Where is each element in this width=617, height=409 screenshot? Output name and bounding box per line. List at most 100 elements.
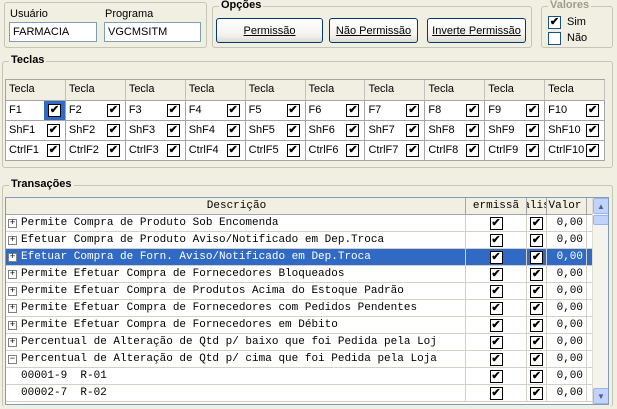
- transacao-valor[interactable]: 0,00: [547, 249, 587, 265]
- col-analise[interactable]: alis: [527, 198, 547, 214]
- transacao-valor[interactable]: 0,00: [547, 300, 587, 316]
- scroll-thumb[interactable]: [593, 215, 608, 225]
- transacao-row[interactable]: + Permite Efetuar Compra de Fornecedores …: [6, 317, 608, 334]
- transacao-valor[interactable]: 0,00: [547, 266, 587, 282]
- permissao-checkbox[interactable]: ✔: [489, 352, 503, 366]
- expand-icon[interactable]: +: [8, 269, 17, 279]
- tecla-checkbox[interactable]: ✔: [226, 124, 240, 137]
- transacao-valor[interactable]: 0,00: [547, 317, 587, 333]
- tecla-checkbox[interactable]: ✔: [106, 144, 120, 157]
- transacao-row[interactable]: 00002-7 R-02 ✔ ✔ 0,00: [6, 385, 608, 402]
- tecla-checkbox[interactable]: ✔: [106, 124, 120, 137]
- permissao-checkbox[interactable]: ✔: [489, 318, 503, 332]
- tecla-checkbox[interactable]: ✔: [166, 104, 180, 117]
- tecla-checkbox[interactable]: ✔: [526, 104, 540, 117]
- analise-checkbox[interactable]: ✔: [530, 318, 543, 332]
- expand-icon[interactable]: +: [8, 235, 17, 245]
- tecla-checkbox[interactable]: ✔: [406, 124, 420, 137]
- user-field[interactable]: FARMACIA: [9, 22, 97, 42]
- transacao-row[interactable]: + Permite Efetuar Compra de Produtos Acim…: [6, 283, 608, 300]
- tecla-checkbox[interactable]: ✔: [586, 124, 600, 137]
- tecla-checkbox[interactable]: ✔: [466, 124, 480, 137]
- permissao-checkbox[interactable]: ✔: [489, 386, 503, 400]
- tecla-checkbox[interactable]: ✔: [406, 144, 420, 157]
- transacao-row[interactable]: + Permite Efetuar Compra de Fornecedores …: [6, 266, 608, 283]
- permissao-button[interactable]: Permissão: [216, 18, 323, 43]
- transacao-row[interactable]: + Permite Efetuar Compra de Fornecedores …: [6, 300, 608, 317]
- transacao-valor[interactable]: 0,00: [547, 215, 587, 231]
- tecla-checkbox[interactable]: ✔: [46, 144, 60, 157]
- collapse-icon[interactable]: −: [8, 354, 17, 364]
- scroll-up-icon[interactable]: ▲: [593, 198, 608, 214]
- transacao-valor[interactable]: 0,00: [547, 232, 587, 248]
- tecla-checkbox[interactable]: ✔: [286, 104, 300, 117]
- program-label: Programa: [105, 8, 154, 20]
- transacao-row[interactable]: + Efetuar Compra de Forn. Aviso/Notificad…: [6, 249, 608, 266]
- tecla-checkbox[interactable]: ✔: [466, 144, 480, 157]
- expand-icon[interactable]: +: [8, 218, 17, 228]
- tecla-checkbox[interactable]: ✔: [526, 144, 540, 157]
- tecla-checkbox[interactable]: ✔: [166, 124, 180, 137]
- permissao-checkbox[interactable]: ✔: [489, 250, 503, 264]
- permissao-checkbox[interactable]: ✔: [489, 267, 503, 281]
- nao-permissao-button[interactable]: Não Permissão: [329, 18, 418, 43]
- analise-checkbox[interactable]: ✔: [530, 233, 543, 247]
- program-field[interactable]: VGCMSITM: [104, 22, 201, 42]
- transacao-valor[interactable]: 0,00: [547, 368, 587, 384]
- permissao-checkbox[interactable]: ✔: [489, 216, 503, 230]
- transacao-row[interactable]: + Permite Compra de Produto Sob Encomenda…: [6, 215, 608, 232]
- expand-icon[interactable]: +: [8, 320, 17, 330]
- transacao-row[interactable]: + Efetuar Compra de Produto Aviso/Notific…: [6, 232, 608, 249]
- inverte-permissao-button[interactable]: Inverte Permissão: [427, 18, 526, 43]
- nao-checkbox[interactable]: [548, 32, 561, 45]
- analise-checkbox[interactable]: ✔: [530, 369, 543, 383]
- tecla-checkbox[interactable]: ✔: [406, 104, 420, 117]
- transacao-descricao-cell: + Efetuar Compra de Forn. Aviso/Notificad…: [6, 249, 466, 265]
- permissao-checkbox[interactable]: ✔: [489, 284, 503, 298]
- expand-icon[interactable]: +: [8, 337, 17, 347]
- analise-checkbox[interactable]: ✔: [530, 216, 543, 230]
- expand-icon[interactable]: +: [8, 252, 17, 262]
- analise-checkbox[interactable]: ✔: [530, 335, 543, 349]
- sim-checkbox[interactable]: ✔: [548, 16, 561, 29]
- tecla-checkbox[interactable]: ✔: [286, 144, 300, 157]
- expand-icon[interactable]: +: [8, 303, 17, 313]
- tecla-checkbox[interactable]: ✔: [526, 124, 540, 137]
- tecla-checkbox[interactable]: ✔: [346, 124, 360, 137]
- tecla-checkbox[interactable]: ✔: [226, 104, 240, 117]
- tecla-checkbox[interactable]: ✔: [226, 144, 240, 157]
- tecla-checkbox[interactable]: ✔: [48, 104, 61, 117]
- tecla-checkbox[interactable]: ✔: [586, 144, 600, 157]
- transacao-row[interactable]: + Percentual de Alteração de Qtd p/ baixo…: [6, 334, 608, 351]
- analise-checkbox[interactable]: ✔: [530, 284, 543, 298]
- expand-icon[interactable]: +: [8, 286, 17, 296]
- tecla-checkbox[interactable]: ✔: [166, 144, 180, 157]
- transacao-valor[interactable]: 0,00: [547, 385, 587, 401]
- permissao-checkbox[interactable]: ✔: [489, 369, 503, 383]
- tecla-checkbox[interactable]: ✔: [46, 124, 60, 137]
- permissao-checkbox[interactable]: ✔: [489, 301, 503, 315]
- tecla-checkbox[interactable]: ✔: [346, 104, 360, 117]
- col-valor[interactable]: Valor: [547, 198, 587, 214]
- vertical-scrollbar[interactable]: ▲ ▼: [592, 198, 608, 404]
- permissao-checkbox[interactable]: ✔: [489, 233, 503, 247]
- permissao-checkbox[interactable]: ✔: [489, 335, 503, 349]
- col-permissao[interactable]: ermissã: [466, 198, 527, 214]
- tecla-checkbox[interactable]: ✔: [286, 124, 300, 137]
- transacao-row[interactable]: 00001-9 R-01 ✔ ✔ 0,00: [6, 368, 608, 385]
- transacao-valor[interactable]: 0,00: [547, 283, 587, 299]
- analise-checkbox[interactable]: ✔: [530, 267, 543, 281]
- tecla-checkbox[interactable]: ✔: [466, 104, 480, 117]
- scroll-down-icon[interactable]: ▼: [593, 388, 608, 404]
- transacao-valor[interactable]: 0,00: [547, 351, 587, 367]
- col-descricao[interactable]: Descrição: [6, 198, 466, 214]
- tecla-checkbox[interactable]: ✔: [346, 144, 360, 157]
- tecla-checkbox[interactable]: ✔: [106, 104, 120, 117]
- transacao-valor[interactable]: 0,00: [547, 334, 587, 350]
- analise-checkbox[interactable]: ✔: [530, 352, 543, 366]
- analise-checkbox[interactable]: ✔: [530, 250, 543, 264]
- analise-checkbox[interactable]: ✔: [530, 386, 543, 400]
- tecla-checkbox[interactable]: ✔: [586, 104, 600, 117]
- transacao-row[interactable]: − Percentual de Alteração de Qtd p/ cima …: [6, 351, 608, 368]
- analise-checkbox[interactable]: ✔: [530, 301, 543, 315]
